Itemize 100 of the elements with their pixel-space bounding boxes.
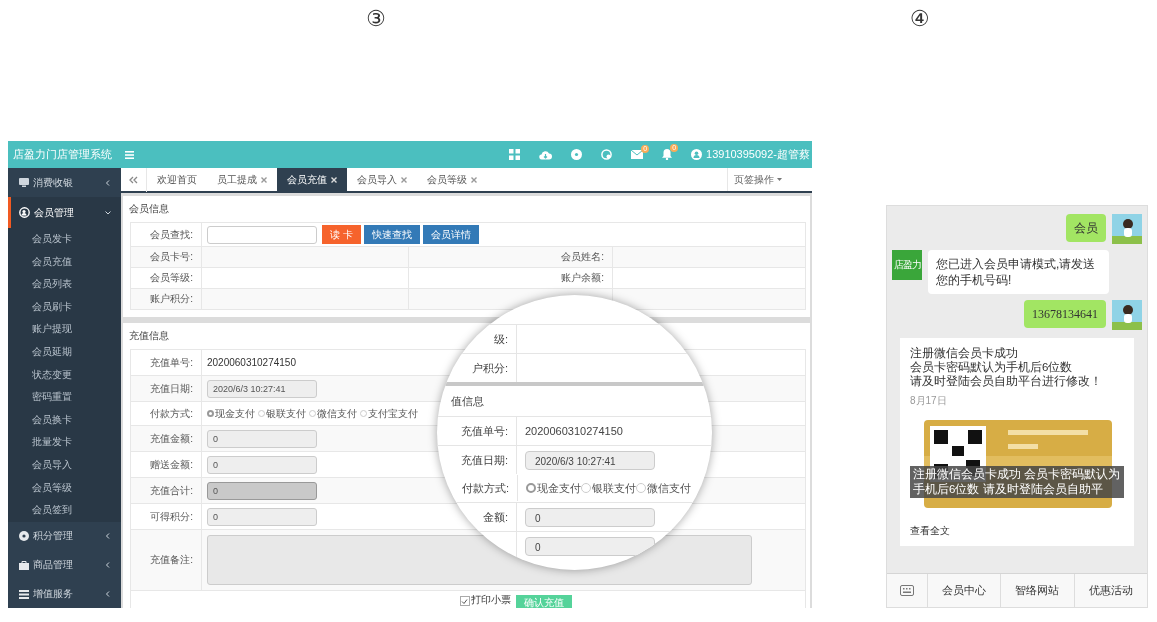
section-title: 值信息 [451, 393, 484, 409]
tab[interactable]: 员工提成 [207, 168, 277, 191]
field-label: 充值日期: [460, 452, 508, 468]
globe-icon[interactable] [601, 149, 613, 160]
sidebar-subitem[interactable]: 会员列表 [8, 273, 121, 296]
radio-button[interactable] [207, 410, 214, 417]
sidebar-subitem[interactable]: 会员等级 [8, 476, 121, 500]
radio-label[interactable]: 微信支付 [317, 406, 357, 421]
sidebar-subitem[interactable]: 密码重置 [8, 386, 121, 409]
sidebar-subitem[interactable]: 会员延期 [8, 340, 121, 364]
sidebar-subitem[interactable]: 账户提现 [8, 318, 121, 341]
checkbox-label[interactable]: 打印小票 [470, 593, 511, 607]
action-button[interactable]: 快速查找 [363, 225, 420, 244]
disc-icon[interactable] [571, 149, 583, 160]
chevron-left-icon [105, 591, 111, 598]
field-label: 充值日期: [150, 381, 193, 396]
tab[interactable]: 会员充值 [277, 168, 347, 191]
sidebar-item[interactable]: 会员管理 [8, 197, 121, 228]
sidebar-item[interactable]: 商品管理 [8, 550, 121, 580]
sidebar-item[interactable]: 消费收银 [8, 168, 121, 197]
sidebar-subitem[interactable]: 会员导入 [8, 453, 121, 477]
field-label: 充值合计: [150, 483, 193, 498]
chevron-left-icon [105, 179, 111, 186]
field-label: 会员卡号: [131, 247, 202, 267]
field-label: 户积分: [471, 360, 508, 376]
grid-icon[interactable] [509, 149, 521, 160]
tab[interactable]: 欢迎首页 [147, 168, 207, 191]
radio-label[interactable]: 现金支付 [537, 480, 581, 496]
input-field[interactable]: 0 [525, 536, 655, 556]
sidebar-subitem[interactable]: 会员签到 [8, 499, 121, 522]
field-label: 赠送金额: [150, 457, 193, 472]
bell-icon[interactable] [662, 149, 673, 160]
user-icon [19, 207, 30, 218]
sidebar-subitem[interactable]: 会员充值 [8, 250, 121, 274]
step-number: ③ [366, 6, 386, 33]
radio-label[interactable]: 现金支付 [215, 406, 255, 421]
input-field[interactable]: 0 [207, 507, 317, 526]
field-label: 充值备注: [150, 553, 193, 567]
article-date: 8月17日 [910, 394, 948, 408]
article-card[interactable]: 注册微信会员卡成功 会员卡密码默认为手机后6位数 请及时登陆会员自助平台进行修改！ 8月17日 注册微信会员卡成功 会员卡密码默认为手机后6位数 请及时登陆会员自助平 查看全文 [900, 338, 1134, 546]
radio-label[interactable]: 银联支付 [266, 406, 306, 421]
radio-button[interactable] [258, 410, 265, 417]
message-bubble: 13678134641 [1024, 300, 1106, 328]
menu-item[interactable]: 优惠活动 [1074, 574, 1147, 607]
menu-icon[interactable] [125, 150, 134, 159]
order-number: 2020060310274150 [207, 357, 296, 368]
sidebar-subitem[interactable]: 会员发卡 [8, 228, 121, 251]
sidebar-subitem[interactable]: 批量发卡 [8, 431, 121, 454]
sidebar-item[interactable]: 增值服务 [8, 579, 121, 608]
step-number: ④ [909, 6, 930, 33]
message-bubble: 您已进入会员申请模式,请发送您的手机号码! [928, 250, 1109, 294]
field-label: 付款方式: [150, 406, 193, 421]
mail-icon[interactable] [631, 150, 644, 159]
cloud-icon[interactable] [539, 149, 553, 160]
input-field[interactable]: 0 [207, 455, 317, 474]
chevron-down-icon [105, 209, 111, 216]
input-field[interactable]: 2020/6/3 10:27:41 [525, 450, 655, 470]
sidebar-subitem[interactable]: 状态变更 [8, 363, 121, 387]
search-field[interactable] [207, 225, 317, 244]
tab-menu-button[interactable]: 页签操作 [727, 168, 788, 191]
list-icon [19, 589, 29, 599]
field-label: 账户积分: [131, 289, 202, 309]
picture-caption: 注册微信会员卡成功 会员卡密码默认为手机后6位数 请及时登陆会员自助平 [910, 466, 1124, 498]
sender-avatar: 店盈力 [892, 250, 922, 280]
order-number: 2020060310274150 [525, 425, 623, 437]
radio-button[interactable] [581, 483, 591, 493]
chevron-left-icon [105, 533, 111, 540]
field-label: 级: [493, 331, 508, 347]
menu-item[interactable]: 智络网站 [1001, 574, 1075, 607]
panel-title: 充值信息 [129, 329, 169, 343]
sidebar-subitem[interactable]: 会员换卡 [8, 408, 121, 432]
sidebar-item[interactable]: 积分管理 [8, 521, 121, 551]
input-field[interactable]: 2020/6/3 10:27:41 [207, 379, 317, 398]
field-label: 充值单号: [150, 355, 193, 370]
keyboard-icon[interactable] [900, 585, 914, 596]
input-field[interactable]: 0 [207, 429, 317, 448]
input-field[interactable]: 0 [525, 507, 655, 527]
field-label: 付款方式: [461, 480, 509, 496]
action-button[interactable]: 会员详情 [422, 225, 479, 244]
field-label: 充值单号: [460, 423, 508, 439]
article-text: 注册微信会员卡成功 会员卡密码默认为手机后6位数 请及时登陆会员自助平台进行修改！ [910, 346, 1103, 388]
field-label: 会员姓名: [408, 247, 613, 267]
message-bubble: 会员 [1066, 214, 1106, 242]
checkbox[interactable] [459, 596, 470, 606]
radio-label[interactable]: 支付宝支付 [368, 406, 418, 421]
radio-label[interactable]: 银联支付 [592, 480, 636, 496]
radio-button[interactable] [636, 483, 646, 493]
monitor-icon [19, 178, 29, 187]
read-more-link[interactable]: 查看全文 [910, 524, 1124, 538]
menu-item[interactable]: 会员中心 [928, 574, 1002, 607]
panel-title: 会员信息 [129, 202, 169, 216]
radio-button[interactable] [360, 410, 367, 417]
tab[interactable]: 会员导入 [347, 168, 417, 191]
sidebar-subitem[interactable]: 会员刷卡 [8, 295, 121, 319]
radio-label[interactable]: 微信支付 [647, 480, 691, 496]
tab[interactable]: 会员等级 [417, 168, 487, 191]
radio-button[interactable] [309, 410, 316, 417]
field-label: 充值金额: [150, 431, 193, 446]
radio-button[interactable] [526, 483, 536, 493]
bag-icon [19, 560, 29, 571]
